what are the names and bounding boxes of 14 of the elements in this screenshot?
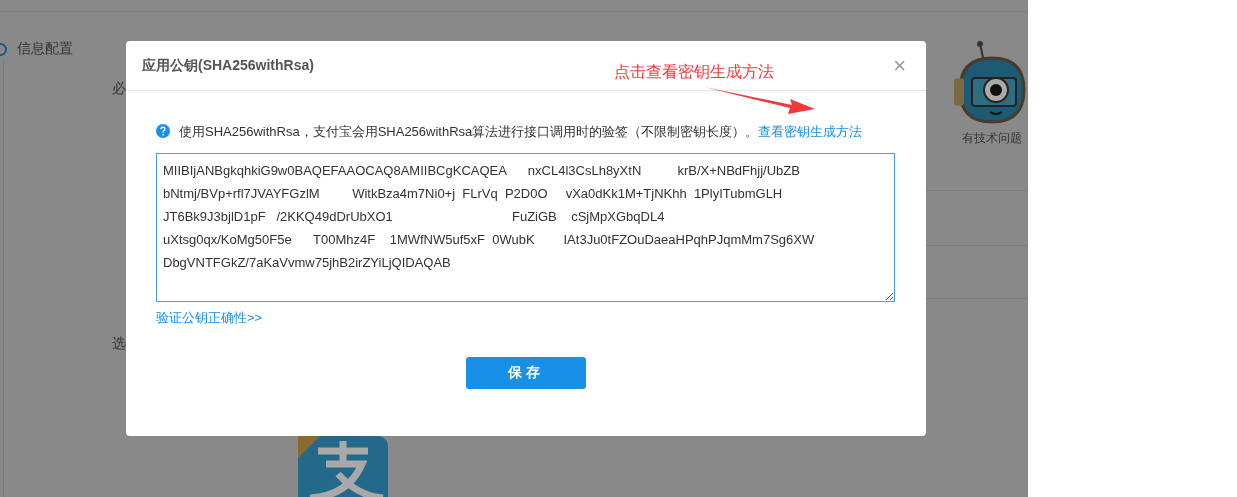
app-icon	[298, 436, 388, 497]
dialog-title: 应用公钥(SHA256withRsa)	[142, 56, 314, 75]
annotation-text: 点击查看密钥生成方法	[614, 62, 774, 82]
form-label: 必	[112, 80, 126, 98]
help-icon	[156, 124, 170, 138]
public-key-field[interactable]: MIIBIjANBgkqhkiG9w0BAQEFAAOCAQ8AMIIBCgKCAQEA nxCL4l3CsLh8yXtN krB/X+NBdFhjj/UbZB bNtmj/BVp+rfl7JVAYFGzlM WitkBza4m7Ni0+j FLrVq P2D0O vXa0dKk1M+TjNKhh 1PlyITubmGLH JT6Bk9J3bjlD1pF /2KKQ49dDrUbXO1 FuZiGB cSjMpXGbqDL4 uXtsg0qx/KoMg50F5e T00Mhz4F 1MWfNW5uf5xF 0WubK IAt3Ju0tFZOuDaeaHPqhPJqmMm7Sg6XW DbgVNTFGkZ/7aKaVvmw75jhB2irZYiLjQIDAQAB	[156, 153, 895, 302]
help-caption: 有技术问题	[962, 130, 1022, 147]
step-label: 信息配置	[17, 40, 73, 58]
save-button[interactable]: 保存	[466, 357, 586, 389]
verify-key-link[interactable]: 验证公钥正确性>>	[156, 309, 263, 327]
info-text: 使用SHA256withRsa，支付宝会用SHA256withRsa算法进行接口调用时的验签（不限制密钥长度）。查看密钥生成方法	[179, 123, 864, 141]
close-button[interactable]: ×	[889, 54, 910, 77]
key-method-link[interactable]: 查看密钥生成方法	[758, 124, 863, 139]
form-label: 选	[112, 335, 126, 353]
